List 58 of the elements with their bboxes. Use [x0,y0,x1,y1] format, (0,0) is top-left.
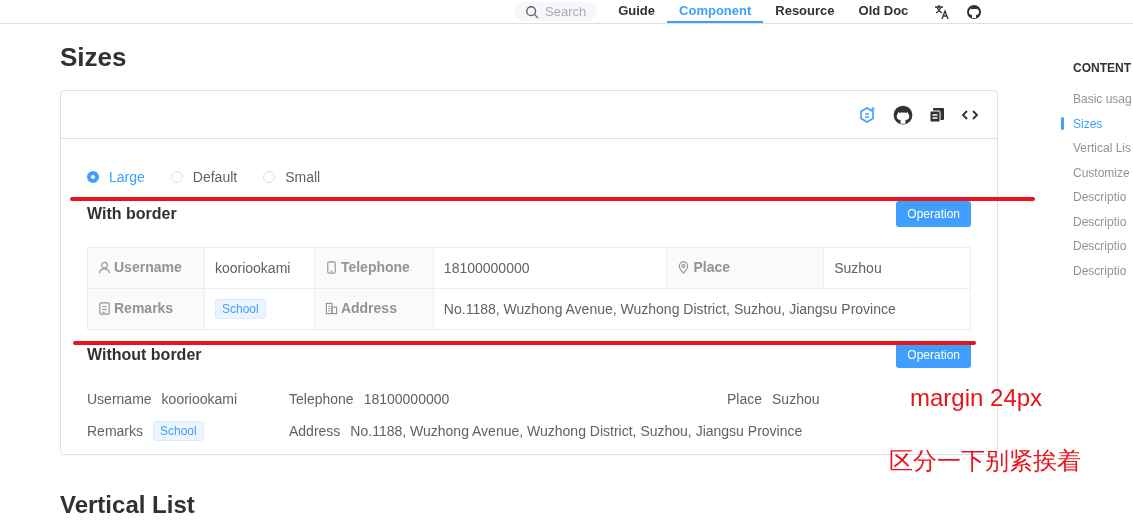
github-icon[interactable] [966,3,983,20]
section-title: Without border [87,346,202,364]
toc-link[interactable]: Sizes [1073,111,1132,136]
description-value: Suzhou [834,260,882,276]
description-value: kooriookami [214,260,291,276]
tag: School [214,299,266,319]
description-value: kooriookami [161,391,238,407]
description-label: Username [87,247,205,289]
copy-icon[interactable] [929,106,945,123]
building-icon [324,301,338,315]
description-label: Place [666,247,824,289]
description-label: Remarks [87,423,143,439]
description-value: No.1188, Wuzhong Avenue, Wuzhong District, Suzhou, Jiangsu Province [350,423,803,439]
search-field[interactable]: Search [515,2,597,21]
section-title: With border [87,205,177,223]
toc-link[interactable]: Vertical Lis [1073,136,1132,161]
toc-link[interactable]: Descriptio [1073,234,1132,259]
toc-title: CONTENT [1073,61,1132,75]
cube-icon[interactable] [859,105,877,124]
annotation-text: margin 24px [910,384,1043,412]
size-radio[interactable]: Small [263,169,321,185]
description-value: 18100000000 [443,260,530,276]
description-label: Remarks [87,288,205,330]
description-label: Place [727,391,763,407]
description-label: Telephone [289,391,354,407]
description-label: Telephone [314,247,434,289]
nav-link[interactable]: Resource [763,0,847,23]
nav-link[interactable]: Component [667,0,764,23]
size-radio[interactable]: Default [170,169,238,185]
nav-link[interactable]: Old Doc [846,0,921,23]
phone-icon [324,260,338,274]
location-pin-icon [677,260,691,274]
section-heading: Vertical List [60,491,196,519]
operation-button[interactable]: Operation [896,201,971,227]
description-label: Address [289,423,341,439]
page-title: Sizes [60,42,128,73]
github-icon[interactable] [893,104,913,125]
toc-link[interactable]: Basic usag [1073,87,1132,112]
code-icon[interactable] [961,107,979,122]
description-value: No.1188, Wuzhong Avenue, Wuzhong District, Suzhou, Jiangsu Province [443,301,896,317]
size-radio[interactable]: Large [87,169,145,185]
search-icon [525,4,539,19]
description-label: Address [314,288,434,330]
toc-link[interactable]: Descriptio [1073,185,1132,210]
user-icon [98,260,111,274]
toc-link[interactable]: Customize [1073,160,1132,185]
document-icon [98,301,111,315]
description-value: 18100000000 [363,391,450,407]
radio-circle[interactable] [87,171,99,183]
description-label: Username [87,391,152,407]
tag: School [153,421,204,441]
toc-link[interactable]: Descriptio [1073,209,1132,234]
annotation-text: 区分一下别紧挨着 [889,446,1081,476]
nav-link[interactable]: Guide [606,0,668,23]
description-value: Suzhou [772,391,820,407]
active-indicator [1061,117,1064,131]
translate-icon[interactable] [934,3,951,20]
toc-link[interactable]: Descriptio [1073,258,1132,283]
